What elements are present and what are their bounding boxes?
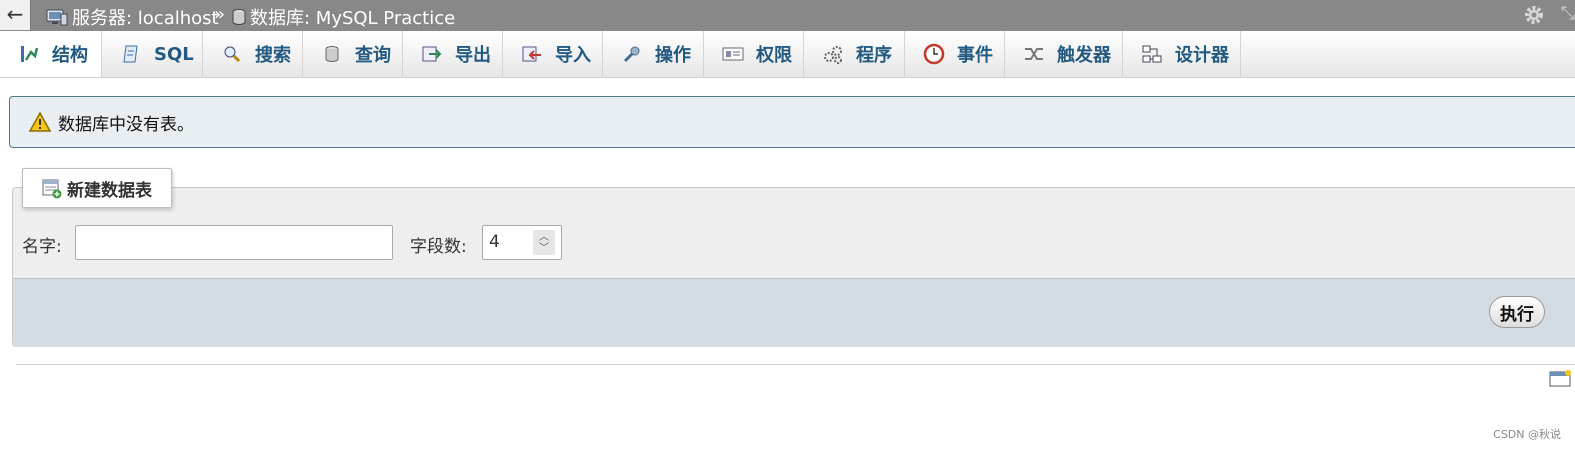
tab-structure[interactable]: 结构 [0,31,102,77]
table-name-label: 名字: [22,237,62,257]
tab-sql-label: SQL [154,43,194,65]
tab-triggers[interactable]: 触发器 [1005,31,1123,77]
export-icon [421,43,443,65]
divider-line [16,364,1575,365]
tab-query[interactable]: 查询 [303,31,403,77]
triggers-icon [1023,43,1045,65]
stepper-down-icon[interactable]: ﹀ [539,243,549,254]
import-icon [521,43,543,65]
notice-text: 数据库中没有表。 [58,114,194,135]
breadcrumb-server-label: 服务器: localhost [72,8,219,29]
structure-icon [18,43,40,65]
tab-designer-label: 设计器 [1175,45,1229,66]
tab-routines-label: 程序 [856,45,892,66]
events-clock-icon [923,43,945,65]
tab-export[interactable]: 导出 [403,31,503,77]
columns-count-value: 4 [489,232,500,252]
top-breadcrumb-bar: ← 服务器: localhost » 数据库: MySQL Practice ⤡ [0,0,1575,31]
csdn-watermark: CSDN @秋说 [1493,428,1561,441]
breadcrumb-server[interactable]: 服务器: localhost [46,4,219,30]
tab-import[interactable]: 导入 [503,31,603,77]
tab-search-label: 搜索 [255,45,291,66]
fieldset-footer [13,278,1575,347]
database-icon [232,9,246,25]
tab-privileges[interactable]: 权限 [704,31,804,77]
go-button[interactable]: 执行 [1489,296,1545,328]
tab-query-label: 查询 [355,45,391,66]
routines-icon [822,43,844,65]
tab-sql[interactable]: SQL [102,31,203,77]
create-table-legend-label: 新建数据表 [67,180,152,201]
server-icon [46,9,68,26]
columns-count-input[interactable]: 4 ︿ ﹀ [482,225,562,260]
tab-designer[interactable]: 设计器 [1123,31,1241,77]
tab-privileges-label: 权限 [756,45,792,66]
stepper-up-icon[interactable]: ︿ [539,232,549,243]
designer-icon [1141,43,1163,65]
tab-import-label: 导入 [555,45,591,66]
no-tables-notice: 数据库中没有表。 [9,96,1575,148]
columns-count-stepper[interactable]: ︿ ﹀ [533,230,555,255]
tab-routines[interactable]: 程序 [804,31,905,77]
tab-search[interactable]: 搜索 [203,31,303,77]
sql-icon [120,43,142,65]
create-table-legend: 新建数据表 [22,168,172,208]
new-table-icon [42,179,62,199]
console-toggle-icon[interactable] [1549,370,1571,388]
columns-count-label: 字段数: [410,237,467,257]
tab-structure-label: 结构 [52,45,88,66]
tab-triggers-label: 触发器 [1057,45,1111,66]
privileges-icon [722,43,744,65]
back-arrow-button[interactable]: ← [0,0,31,30]
breadcrumb-separator: » [214,4,226,25]
tab-operations[interactable]: 操作 [603,31,704,77]
breadcrumb-database[interactable]: 数据库: MySQL Practice [232,4,455,30]
warning-icon [28,111,52,132]
database-tab-bar: 结构 SQL 搜索 查询 导出 导入 操作 权限 程序 事件 触发器 设计器 [0,31,1575,78]
collapse-icon[interactable]: ⤡ [1561,3,1575,24]
table-name-input[interactable] [75,225,393,260]
tab-events[interactable]: 事件 [905,31,1005,77]
tab-export-label: 导出 [455,45,491,66]
breadcrumb-database-label: 数据库: MySQL Practice [250,8,456,29]
tab-events-label: 事件 [957,45,993,66]
wrench-icon [621,43,643,65]
search-icon [221,43,243,65]
settings-gear-icon[interactable] [1523,4,1545,26]
tab-operations-label: 操作 [655,45,691,66]
query-icon [321,43,343,65]
